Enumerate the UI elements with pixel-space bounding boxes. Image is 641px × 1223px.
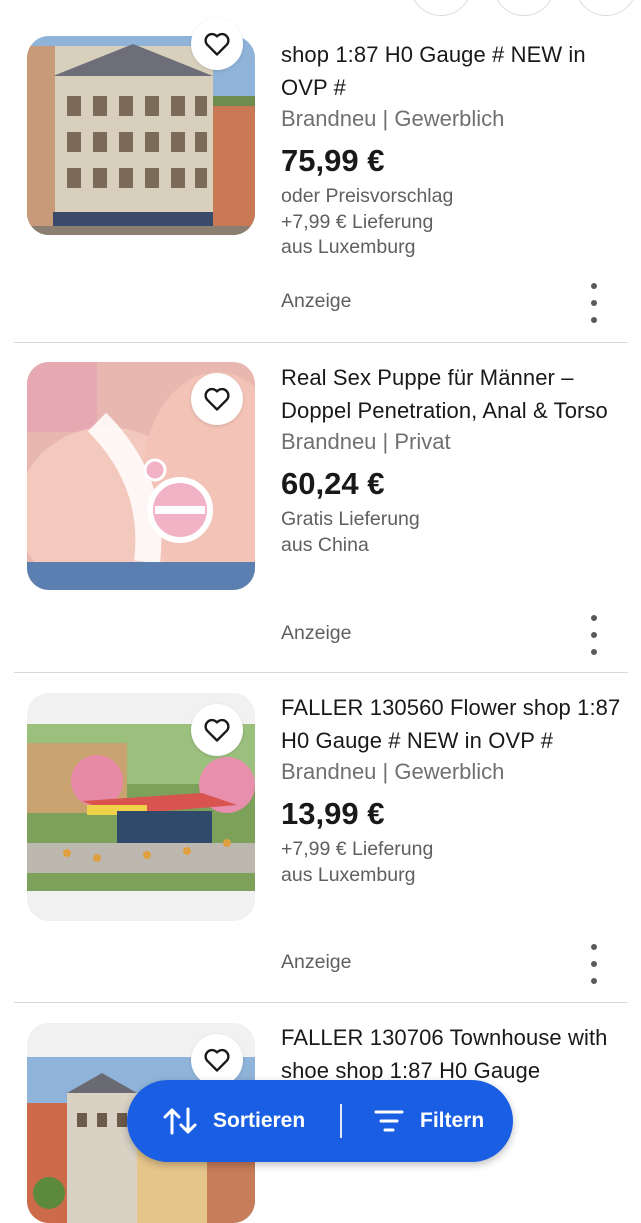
favorite-button[interactable] bbox=[191, 704, 243, 756]
listing-shipping: Gratis Lieferung bbox=[281, 508, 420, 530]
listing-title[interactable]: shop 1:87 H0 Gauge # NEW in OVP # bbox=[281, 38, 621, 104]
sort-filter-bar: Sortieren Filtern bbox=[127, 1080, 513, 1162]
filter-lines-icon bbox=[374, 1110, 404, 1132]
more-options-button[interactable] bbox=[582, 283, 606, 323]
listing-price: 75,99 € bbox=[281, 143, 385, 178]
listing-title[interactable]: FALLER 130706 Townhouse with shoe shop 1… bbox=[281, 1021, 621, 1087]
sort-label: Sortieren bbox=[213, 1109, 306, 1132]
heart-outline-icon bbox=[204, 1048, 230, 1072]
listing-shipping: +7,99 € Lieferung bbox=[281, 838, 434, 860]
action-bar-separator bbox=[340, 1104, 342, 1138]
more-vertical-icon bbox=[591, 283, 597, 289]
heart-outline-icon bbox=[204, 718, 230, 742]
filter-button[interactable]: Filtern bbox=[346, 1080, 484, 1162]
listing-origin: aus Luxemburg bbox=[281, 863, 416, 886]
more-options-button[interactable] bbox=[582, 615, 606, 655]
sort-button[interactable]: Sortieren bbox=[127, 1080, 336, 1162]
listing-condition: Brandneu | Gewerblich bbox=[281, 106, 505, 131]
more-vertical-icon bbox=[591, 615, 597, 621]
listing-offer: oder Preisvorschlag bbox=[281, 185, 454, 207]
favorite-button[interactable] bbox=[191, 373, 243, 425]
more-vertical-icon bbox=[591, 944, 597, 950]
divider bbox=[14, 342, 628, 343]
divider bbox=[14, 1002, 628, 1003]
listing-price: 13,99 € bbox=[281, 796, 385, 831]
ad-label: Anzeige bbox=[281, 290, 352, 312]
filter-label: Filtern bbox=[420, 1109, 485, 1132]
listing-condition: Brandneu | Privat bbox=[281, 429, 451, 454]
favorite-button[interactable] bbox=[191, 18, 243, 70]
ad-label: Anzeige bbox=[281, 951, 352, 973]
listing-price: 60,24 € bbox=[281, 466, 385, 501]
listing-origin: aus Luxemburg bbox=[281, 236, 416, 258]
listing-origin: aus China bbox=[281, 533, 369, 556]
heart-outline-icon bbox=[204, 387, 230, 411]
toolbar-button[interactable] bbox=[410, 0, 472, 16]
divider bbox=[14, 672, 628, 673]
favorite-button[interactable] bbox=[191, 1034, 243, 1086]
heart-outline-icon bbox=[204, 32, 230, 56]
sort-arrows-icon bbox=[163, 1107, 197, 1135]
toolbar-button[interactable] bbox=[575, 0, 637, 16]
toolbar-button[interactable] bbox=[493, 0, 555, 16]
ad-label: Anzeige bbox=[281, 622, 352, 644]
listing-title[interactable]: Real Sex Puppe für Männer – Doppel Penet… bbox=[281, 361, 621, 427]
top-toolbar-partial bbox=[0, 0, 641, 16]
listing-condition: Brandneu | Gewerblich bbox=[281, 759, 505, 784]
listing-title[interactable]: FALLER 130560 Flower shop 1:87 H0 Gauge … bbox=[281, 691, 621, 757]
more-options-button[interactable] bbox=[582, 944, 606, 984]
listing-shipping: +7,99 € Lieferung bbox=[281, 210, 434, 233]
